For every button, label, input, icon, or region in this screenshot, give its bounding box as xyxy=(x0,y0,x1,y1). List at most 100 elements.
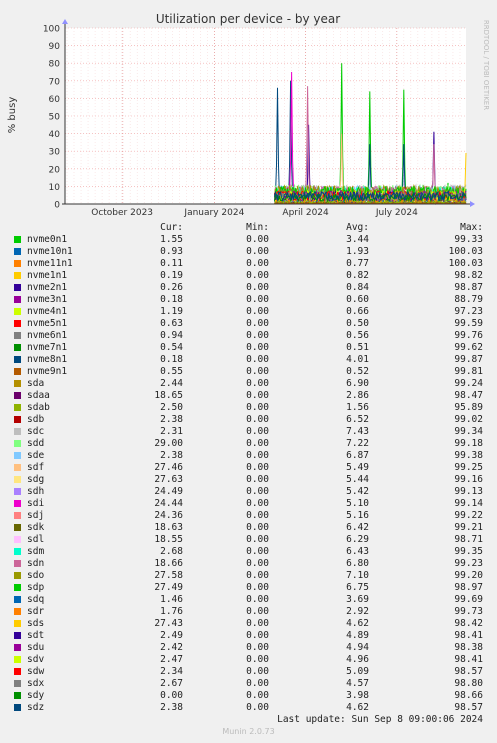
legend-name: sdv xyxy=(27,654,45,665)
legend-name: sdf xyxy=(27,462,45,473)
legend-min: 0.00 xyxy=(246,258,269,269)
legend-cur: 29.00 xyxy=(154,438,183,449)
legend-avg: 4.57 xyxy=(346,678,369,689)
legend-avg: 5.42 xyxy=(346,486,369,497)
legend-row: sdab 2.50 0.00 1.56 95.89 xyxy=(0,402,497,414)
x-tick-label: October 2023 xyxy=(91,208,153,218)
legend-max: 98.80 xyxy=(454,678,483,689)
legend-row: sds 27.43 0.00 4.62 98.42 xyxy=(0,618,497,630)
y-tick-label: 90 xyxy=(49,42,61,52)
legend-row: nvme3n1 0.18 0.00 0.60 88.79 xyxy=(0,294,497,306)
legend-avg: 1.93 xyxy=(346,246,369,257)
legend-cur: 0.26 xyxy=(160,282,183,293)
legend-name: sdw xyxy=(27,666,45,677)
legend-name: sdab xyxy=(27,402,50,413)
legend-min: 0.00 xyxy=(246,522,269,533)
legend-cur: 2.38 xyxy=(160,450,183,461)
legend-swatch xyxy=(14,560,21,567)
legend-max: 99.35 xyxy=(454,546,483,557)
y-ticks: 0 10 20 30 40 50 60 70 80 90 100 xyxy=(43,25,60,211)
legend-cur: 27.58 xyxy=(154,570,183,581)
legend-min: 0.00 xyxy=(246,630,269,641)
legend-min: 0.00 xyxy=(246,426,269,437)
legend-cur: 2.44 xyxy=(160,378,183,389)
legend-name: nvme8n1 xyxy=(27,354,68,365)
legend-min: 0.00 xyxy=(246,354,269,365)
legend-min: 0.00 xyxy=(246,618,269,629)
legend-max: 100.03 xyxy=(448,246,483,257)
legend-row: sde 2.38 0.00 6.87 99.38 xyxy=(0,450,497,462)
x-ticks: October 2023 January 2024 April 2024 July 2… xyxy=(91,208,418,218)
legend-avg: 0.51 xyxy=(346,342,369,353)
legend-avg: 7.43 xyxy=(346,426,369,437)
legend-max: 98.71 xyxy=(454,534,483,545)
x-tick-label: January 2024 xyxy=(183,208,244,218)
legend-name: sdu xyxy=(27,642,45,653)
legend-name: nvme3n1 xyxy=(27,294,68,305)
legend-swatch xyxy=(14,512,21,519)
legend-max: 98.57 xyxy=(454,666,483,677)
legend-swatch xyxy=(14,452,21,459)
legend-min: 0.00 xyxy=(246,690,269,701)
legend-swatch xyxy=(14,260,21,267)
legend-row: sdu 2.42 0.00 4.94 98.38 xyxy=(0,642,497,654)
legend-row: nvme6n1 0.94 0.00 0.56 99.76 xyxy=(0,330,497,342)
legend-swatch xyxy=(14,488,21,495)
legend-swatch xyxy=(14,464,21,471)
legend-name: sdz xyxy=(27,702,45,713)
legend-min: 0.00 xyxy=(246,654,269,665)
legend-name: nvme1n1 xyxy=(27,270,68,281)
legend-row: sdo 27.58 0.00 7.10 99.20 xyxy=(0,570,497,582)
legend-max: 99.18 xyxy=(454,438,483,449)
legend-cur: 27.63 xyxy=(154,474,183,485)
legend-max: 98.97 xyxy=(454,582,483,593)
legend-min: 0.00 xyxy=(246,402,269,413)
legend-max: 97.23 xyxy=(454,306,483,317)
legend-swatch xyxy=(14,668,21,675)
legend-row: sdm 2.68 0.00 6.43 99.35 xyxy=(0,546,497,558)
legend-row: sdh 24.49 0.00 5.42 99.13 xyxy=(0,486,497,498)
legend-avg: 5.49 xyxy=(346,462,369,473)
legend-name: sdg xyxy=(27,474,45,485)
legend-max: 99.21 xyxy=(454,522,483,533)
col-header-max: Max: xyxy=(460,222,483,233)
legend-cur: 1.55 xyxy=(160,234,183,245)
legend-row: sdg 27.63 0.00 5.44 99.16 xyxy=(0,474,497,486)
legend-max: 99.24 xyxy=(454,378,483,389)
legend-cur: 18.63 xyxy=(154,522,183,533)
legend-avg: 3.44 xyxy=(346,234,369,245)
legend-row: nvme2n1 0.26 0.00 0.84 98.87 xyxy=(0,282,497,294)
x-axis-arrow xyxy=(470,201,475,207)
legend-row: sdp 27.49 0.00 6.75 98.97 xyxy=(0,582,497,594)
legend-min: 0.00 xyxy=(246,318,269,329)
legend-cur: 24.44 xyxy=(154,498,183,509)
legend-avg: 4.94 xyxy=(346,642,369,653)
legend-swatch xyxy=(14,368,21,375)
legend-swatch xyxy=(14,620,21,627)
legend-name: sds xyxy=(27,618,45,629)
legend-name: sdj xyxy=(27,510,45,521)
legend-swatch xyxy=(14,416,21,423)
legend-avg: 6.29 xyxy=(346,534,369,545)
legend-swatch xyxy=(14,248,21,255)
legend-cur: 24.49 xyxy=(154,486,183,497)
legend-name: sdx xyxy=(27,678,45,689)
legend-swatch xyxy=(14,608,21,615)
legend-avg: 6.42 xyxy=(346,522,369,533)
y-tick-label: 60 xyxy=(49,95,61,105)
legend-swatch xyxy=(14,380,21,387)
legend-avg: 0.60 xyxy=(346,294,369,305)
legend-swatch xyxy=(14,440,21,447)
legend-row: sdw 2.34 0.00 5.09 98.57 xyxy=(0,666,497,678)
legend-swatch xyxy=(14,272,21,279)
legend-name: nvme4n1 xyxy=(27,306,68,317)
legend-name: nvme9n1 xyxy=(27,366,68,377)
legend-row: nvme8n1 0.18 0.00 4.01 99.87 xyxy=(0,354,497,366)
legend-min: 0.00 xyxy=(246,582,269,593)
legend-avg: 5.16 xyxy=(346,510,369,521)
legend-min: 0.00 xyxy=(246,594,269,605)
legend-cur: 0.94 xyxy=(160,330,183,341)
last-update: Last update: Sun Sep 8 09:00:06 2024 xyxy=(277,714,483,725)
legend-name: nvme7n1 xyxy=(27,342,68,353)
legend-avg: 3.69 xyxy=(346,594,369,605)
